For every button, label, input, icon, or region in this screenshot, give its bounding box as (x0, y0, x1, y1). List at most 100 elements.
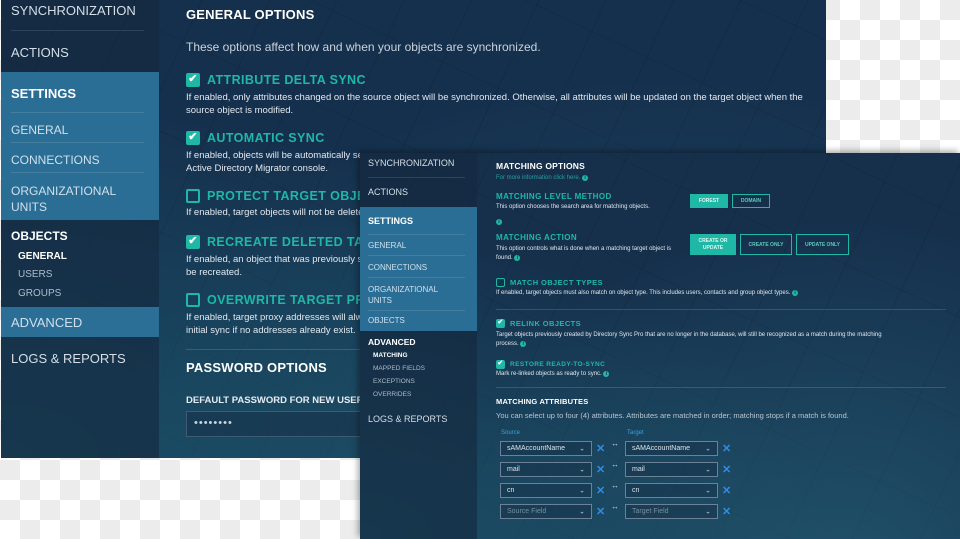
divider (11, 172, 144, 173)
source-field-select[interactable]: Source Field ⌄ (500, 504, 592, 519)
option-title: OVERWRITE TARGET PRO (207, 293, 375, 307)
option-overwrite-target-proxy: OVERWRITE TARGET PRO If enabled, target … (186, 293, 375, 337)
option-automatic-sync: AUTOMATIC SYNC If enabled, objects will … (186, 131, 363, 175)
remove-source-icon[interactable]: ✕ (596, 505, 605, 518)
divider (11, 112, 144, 113)
option-desc-cont: source object is modified. (186, 105, 294, 116)
option-desc-cont: initial sync if no addresses already exi… (186, 325, 356, 336)
matching-options-window: SYNCHRONIZATION ACTIONS SETTINGS GENERAL… (360, 153, 960, 539)
option-desc: If enabled, objects will be automaticall… (186, 150, 363, 161)
swap-arrow-icon: ↔ (611, 439, 619, 448)
nav-objects[interactable]: OBJECTS (11, 229, 68, 243)
option-title: RECREATE DELETED TAR (207, 235, 373, 249)
divider (368, 177, 465, 178)
swap-arrow-icon: ↔ (611, 460, 619, 469)
divider (11, 142, 144, 143)
chevron-down-icon: ⌄ (579, 466, 585, 474)
sidebar: SYNCHRONIZATION ACTIONS SETTINGS GENERAL… (1, 0, 159, 458)
source-field-select[interactable]: mail ⌄ (500, 462, 592, 477)
nav-objects-groups[interactable]: GROUPS (18, 288, 61, 299)
divider (368, 310, 465, 311)
nav-logs-reports[interactable]: LOGS & REPORTS (368, 414, 447, 424)
settings-section: SETTINGS GENERAL CONNECTIONS ORGANIZATIO… (360, 207, 477, 331)
swap-arrow-icon: ↔ (611, 502, 619, 511)
nav-actions[interactable]: ACTIONS (11, 45, 69, 60)
source-field-select[interactable]: cn ⌄ (500, 483, 592, 498)
chevron-down-icon: ⌄ (705, 466, 711, 474)
nav-settings[interactable]: SETTINGS (368, 216, 413, 226)
nav-settings-objects[interactable]: OBJECTS (368, 316, 405, 325)
matching-attributes-table: sAMAccountName ⌄ ✕ ↔ sAMAccountName ⌄ ✕ mail ⌄ ✕ ↔… (496, 153, 950, 539)
target-field-select[interactable]: mail ⌄ (625, 462, 718, 477)
nav-settings[interactable]: SETTINGS (11, 86, 76, 101)
remove-source-icon[interactable]: ✕ (596, 442, 605, 455)
target-field-select[interactable]: Target Field ⌄ (625, 504, 718, 519)
option-desc: If enabled, only attributes changed on t… (186, 92, 803, 103)
option-desc-cont: Active Directory Migrator console. (186, 163, 329, 174)
intro-text: These options affect how and when your o… (186, 40, 541, 54)
nav-advanced-label: ADVANCED (11, 315, 83, 330)
nav-synchronization[interactable]: SYNCHRONIZATION (11, 3, 136, 18)
nav-advanced-matching[interactable]: MATCHING (373, 352, 408, 359)
default-password-input[interactable]: •••••••• (186, 411, 371, 437)
nav-logs-reports[interactable]: LOGS & REPORTS (11, 351, 126, 366)
divider (186, 349, 361, 350)
nav-objects-general[interactable]: GENERAL (18, 251, 67, 262)
nav-settings-organizational-units[interactable]: ORGANIZATIONAL UNITS (368, 284, 453, 306)
checkbox-attribute-delta-sync[interactable] (186, 73, 200, 87)
nav-actions[interactable]: ACTIONS (368, 187, 408, 197)
nav-advanced-overrides[interactable]: OVERRIDES (373, 391, 411, 398)
nav-advanced-mapped-fields[interactable]: MAPPED FIELDS (373, 365, 425, 372)
default-password-label: DEFAULT PASSWORD FOR NEW USERS (186, 395, 370, 406)
chevron-down-icon: ⌄ (579, 445, 585, 453)
chevron-down-icon: ⌄ (705, 487, 711, 495)
page-title: GENERAL OPTIONS (186, 7, 315, 22)
nav-synchronization[interactable]: SYNCHRONIZATION (368, 158, 454, 168)
remove-target-icon[interactable]: ✕ (722, 442, 731, 455)
option-desc: If enabled, an object that was previousl… (186, 254, 363, 265)
chevron-down-icon: ⌄ (705, 508, 711, 516)
nav-settings-connections[interactable]: CONNECTIONS (11, 153, 100, 167)
password-value: •••••••• (194, 417, 233, 429)
checkbox-protect-target-objects[interactable] (186, 189, 200, 203)
target-field-select[interactable]: cn ⌄ (625, 483, 718, 498)
nav-objects-users[interactable]: USERS (18, 269, 52, 280)
checkbox-automatic-sync[interactable] (186, 131, 200, 145)
nav-settings-general[interactable]: GENERAL (368, 241, 406, 250)
chevron-down-icon: ⌄ (705, 445, 711, 453)
nav-settings-connections[interactable]: CONNECTIONS (368, 263, 427, 272)
swap-arrow-icon: ↔ (611, 481, 619, 490)
checkbox-recreate-deleted-target[interactable] (186, 235, 200, 249)
option-desc: If enabled, target objects will not be d… (186, 207, 364, 218)
remove-target-icon[interactable]: ✕ (722, 463, 731, 476)
nav-advanced-exceptions[interactable]: EXCEPTIONS (373, 378, 415, 385)
option-title: ATTRIBUTE DELTA SYNC (207, 73, 366, 87)
remove-target-icon[interactable]: ✕ (722, 505, 731, 518)
divider (368, 277, 465, 278)
nav-settings-general[interactable]: GENERAL (11, 123, 68, 137)
source-field-select[interactable]: sAMAccountName ⌄ (500, 441, 592, 456)
option-desc-cont: be recreated. (186, 267, 242, 278)
divider (368, 255, 465, 256)
nav-advanced[interactable]: ADVANCED (368, 337, 416, 347)
remove-source-icon[interactable]: ✕ (596, 484, 605, 497)
option-desc: If enabled, target proxy addresses will … (186, 312, 363, 323)
password-options-title: PASSWORD OPTIONS (186, 360, 327, 375)
option-attribute-delta-sync: ATTRIBUTE DELTA SYNC If enabled, only at… (186, 73, 803, 117)
divider (368, 234, 465, 235)
chevron-down-icon: ⌄ (579, 487, 585, 495)
checkbox-overwrite-target-proxy[interactable] (186, 293, 200, 307)
nav-settings-organizational-units[interactable]: ORGANIZATIONAL UNITS (11, 183, 121, 215)
remove-source-icon[interactable]: ✕ (596, 463, 605, 476)
remove-target-icon[interactable]: ✕ (722, 484, 731, 497)
settings-section: SETTINGS GENERAL CONNECTIONS ORGANIZATIO… (1, 72, 159, 220)
option-recreate-deleted-target: RECREATE DELETED TAR If enabled, an obje… (186, 235, 373, 279)
divider (11, 30, 144, 31)
chevron-down-icon: ⌄ (579, 508, 585, 516)
option-title: AUTOMATIC SYNC (207, 131, 325, 145)
option-title: PROTECT TARGET OBJEC (207, 189, 376, 203)
target-field-select[interactable]: sAMAccountName ⌄ (625, 441, 718, 456)
option-protect-target-objects: PROTECT TARGET OBJEC If enabled, target … (186, 189, 375, 218)
nav-advanced[interactable]: ADVANCED (1, 307, 159, 337)
sidebar: SYNCHRONIZATION ACTIONS SETTINGS GENERAL… (360, 153, 477, 539)
